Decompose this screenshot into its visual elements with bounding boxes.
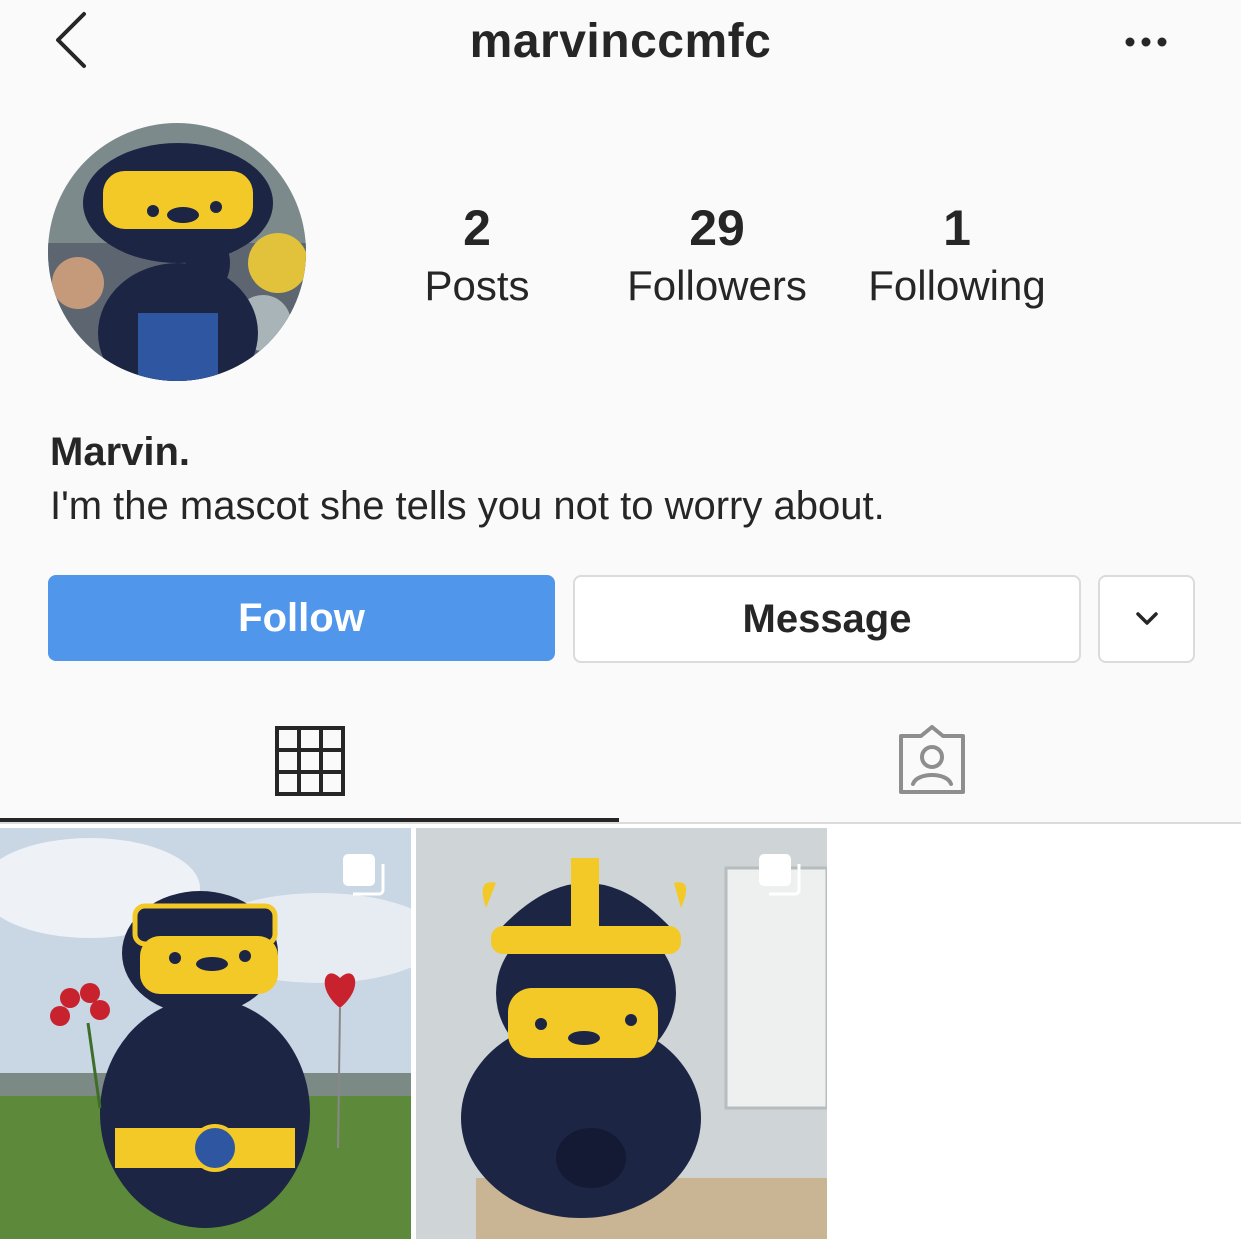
- posts-count: 2: [463, 200, 491, 256]
- tab-tagged[interactable]: [622, 700, 1241, 822]
- suggested-accounts-button[interactable]: [1098, 575, 1195, 663]
- tagged-person-icon: [898, 725, 965, 794]
- followers-label: Followers: [627, 262, 807, 309]
- stat-following[interactable]: 1 Following: [837, 198, 1077, 312]
- post-thumbnail[interactable]: [416, 828, 827, 1239]
- following-count: 1: [943, 200, 971, 256]
- stat-posts[interactable]: 2 Posts: [357, 198, 597, 312]
- multiple-photos-icon: [759, 854, 801, 896]
- multiple-photos-icon: [343, 854, 385, 896]
- message-button[interactable]: Message: [573, 575, 1081, 663]
- profile-name: Marvin.: [50, 430, 191, 474]
- grid-icon: [274, 726, 345, 796]
- chevron-down-icon: [1135, 612, 1158, 625]
- profile-bio: I'm the mascot she tells you not to worr…: [50, 484, 885, 528]
- posts-label: Posts: [424, 262, 530, 309]
- more-options-button[interactable]: [1116, 20, 1176, 64]
- follow-button[interactable]: Follow: [48, 575, 555, 661]
- more-horizontal-icon: [1125, 37, 1167, 47]
- avatar[interactable]: [48, 123, 306, 381]
- post-thumbnail[interactable]: [0, 828, 411, 1239]
- page-title: marvinccmfc: [469, 15, 772, 68]
- stat-followers[interactable]: 29 Followers: [597, 198, 837, 312]
- tab-posts-grid[interactable]: [0, 700, 619, 822]
- avatar-image: [48, 123, 306, 381]
- followers-count: 29: [689, 200, 745, 256]
- following-label: Following: [868, 262, 1046, 309]
